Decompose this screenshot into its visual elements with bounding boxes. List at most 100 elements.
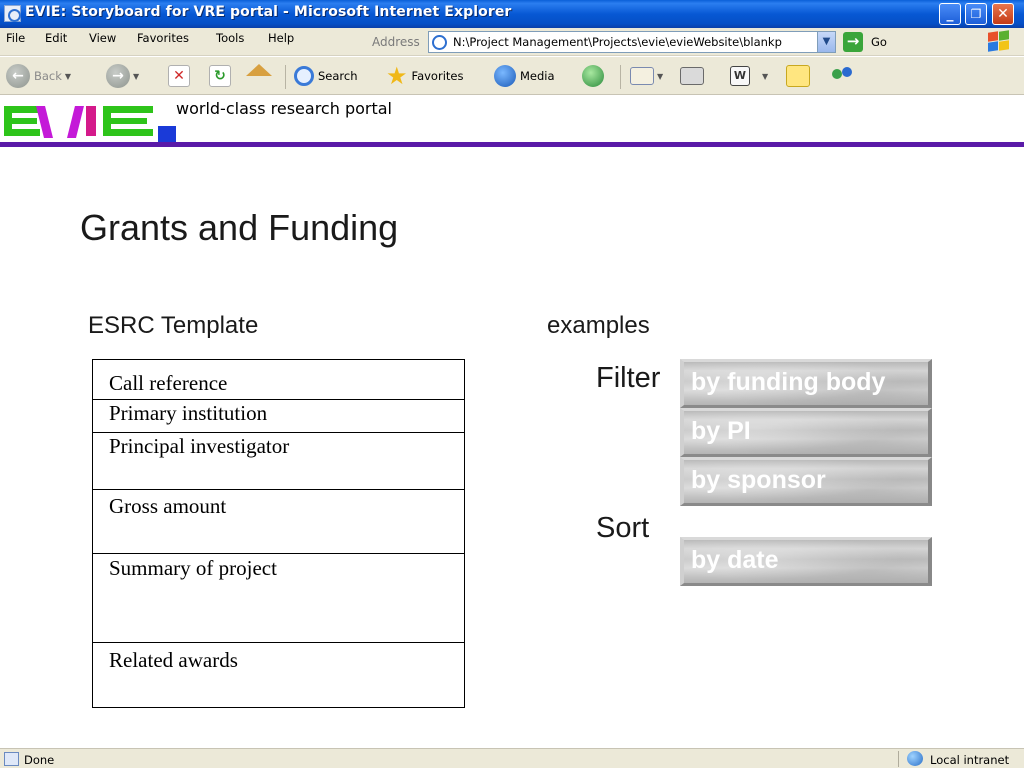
messenger-button[interactable]: [830, 62, 856, 90]
toolbar: ← Back ▼ → ▼ ✕ ↻ Search ★ Favorites Medi…: [0, 57, 1024, 95]
media-icon: [494, 65, 516, 87]
restore-button[interactable]: ❐: [965, 3, 987, 25]
logo-glyph: [103, 106, 153, 113]
status-divider: [898, 751, 899, 767]
ie-icon: [4, 5, 21, 22]
menu-edit[interactable]: Edit: [45, 31, 67, 45]
template-row: Summary of project: [93, 554, 464, 643]
window-title: EVIE: Storyboard for VRE portal - Micros…: [25, 4, 512, 20]
edit-button[interactable]: W ▼: [730, 62, 768, 90]
sort-label: Sort: [596, 512, 650, 544]
page-done-icon: [4, 752, 19, 766]
menu-bar: File Edit View Favorites Tools Help Addr…: [0, 28, 1024, 56]
note-icon: [786, 65, 810, 87]
refresh-icon: ↻: [209, 65, 231, 87]
logo-glyph: [4, 129, 40, 136]
logo-glyph: [103, 129, 153, 136]
template-heading: ESRC Template: [88, 312, 259, 339]
minimize-button[interactable]: _: [939, 3, 961, 25]
search-label: Search: [318, 69, 358, 83]
menu-view[interactable]: View: [89, 31, 116, 45]
back-dropdown-icon[interactable]: ▼: [65, 72, 71, 81]
examples-heading: examples: [547, 312, 650, 339]
favorites-button[interactable]: ★ Favorites: [386, 62, 463, 90]
print-icon: [680, 67, 704, 85]
template-row: Primary institution: [93, 400, 464, 433]
edit-dropdown-icon[interactable]: ▼: [762, 72, 768, 81]
logo-glyph: [4, 106, 40, 113]
back-button[interactable]: ← Back ▼: [6, 62, 71, 90]
logo-glyph: [4, 118, 37, 124]
history-button[interactable]: [582, 62, 604, 90]
favorites-label: Favorites: [411, 69, 464, 83]
home-button[interactable]: [246, 62, 272, 90]
status-bar: Done Local intranet: [0, 748, 1024, 768]
button-label: by sponsor: [691, 466, 826, 494]
security-zone-text: Local intranet: [930, 753, 1010, 767]
favorites-star-icon: ★: [386, 62, 408, 90]
mail-icon: [630, 67, 654, 85]
template-row: Gross amount: [93, 490, 464, 554]
evie-logo[interactable]: [4, 100, 179, 142]
minimize-icon: _: [946, 6, 954, 22]
status-text: Done: [24, 753, 55, 767]
filter-button-group: by funding body by PI by sponsor: [680, 359, 932, 506]
back-arrow-icon: ←: [6, 64, 30, 88]
window-title-bar: EVIE: Storyboard for VRE portal - Micros…: [0, 0, 1024, 28]
go-label: Go: [871, 35, 887, 49]
filter-by-sponsor-button[interactable]: by sponsor: [680, 457, 932, 506]
home-icon: [246, 64, 272, 76]
restore-icon: ❐: [970, 7, 982, 21]
media-button[interactable]: Media: [494, 62, 555, 90]
logo-glyph: [103, 118, 147, 124]
address-dropdown-icon[interactable]: ▼: [817, 32, 835, 52]
menu-tools[interactable]: Tools: [216, 31, 244, 45]
button-label: by PI: [691, 417, 751, 445]
template-row: Related awards: [109, 648, 238, 672]
go-arrow-icon: →: [843, 32, 863, 52]
media-label: Media: [520, 69, 555, 83]
intranet-zone-icon: [907, 751, 923, 766]
logo-glyph: [67, 106, 84, 138]
refresh-button[interactable]: ↻: [209, 62, 231, 90]
toolbar-divider: [620, 65, 621, 89]
page-icon: [432, 35, 447, 50]
word-edit-icon: W: [730, 66, 750, 86]
sort-by-date-button[interactable]: by date: [680, 537, 932, 586]
stop-icon: ✕: [168, 65, 190, 87]
forward-dropdown-icon[interactable]: ▼: [133, 72, 139, 81]
menu-file[interactable]: File: [6, 31, 25, 45]
messenger-icon: [830, 65, 856, 87]
address-input[interactable]: N:\Project Management\Projects\evie\evie…: [453, 35, 815, 49]
search-button[interactable]: Search: [294, 62, 358, 90]
menu-help[interactable]: Help: [268, 31, 294, 45]
page-title: Grants and Funding: [80, 207, 399, 248]
back-label: Back: [34, 69, 62, 83]
forward-arrow-icon: →: [106, 64, 130, 88]
button-label: by funding body: [691, 368, 886, 396]
logo-glyph: [86, 106, 96, 136]
search-icon: [294, 66, 314, 86]
close-icon: ✕: [997, 6, 1009, 22]
discuss-button[interactable]: [786, 62, 810, 90]
go-button[interactable]: → Go: [843, 32, 893, 52]
esrc-template-table: Call reference Primary institution Princ…: [92, 359, 465, 708]
print-button[interactable]: [680, 62, 704, 90]
stop-button[interactable]: ✕: [168, 62, 190, 90]
filter-by-pi-button[interactable]: by PI: [680, 408, 932, 457]
address-label: Address: [372, 35, 420, 49]
forward-button[interactable]: → ▼: [106, 62, 139, 90]
history-icon: [582, 65, 604, 87]
logo-square: [158, 126, 176, 142]
template-row: Principal investigator: [93, 433, 464, 490]
mail-button[interactable]: ▼: [630, 62, 663, 90]
mail-dropdown-icon[interactable]: ▼: [657, 72, 663, 81]
banner-divider: [0, 142, 1024, 147]
tagline: world-class research portal: [176, 99, 392, 118]
template-row: Call reference: [93, 360, 464, 400]
address-bar[interactable]: N:\Project Management\Projects\evie\evie…: [428, 31, 836, 53]
filter-label: Filter: [596, 362, 661, 394]
filter-by-funding-body-button[interactable]: by funding body: [680, 359, 932, 408]
close-button[interactable]: ✕: [992, 3, 1014, 25]
menu-favorites[interactable]: Favorites: [137, 31, 189, 45]
